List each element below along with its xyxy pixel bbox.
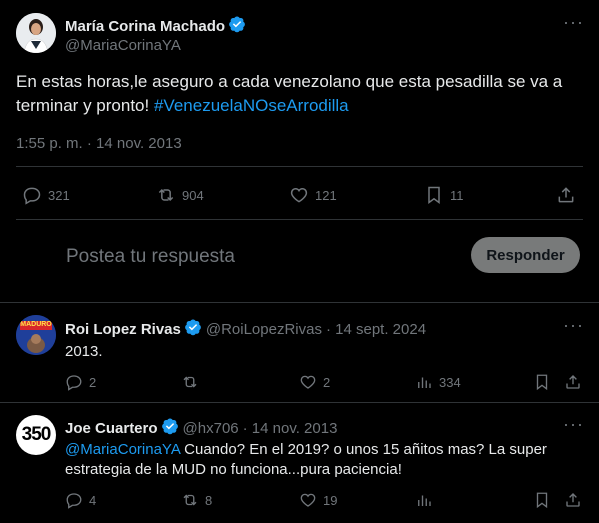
share-icon [566,375,580,389]
like-button[interactable]: 19 [299,491,337,509]
like-count: 19 [323,492,338,508]
like-button[interactable]: 121 [289,185,337,205]
author-handle[interactable]: @MariaCorinaYA [65,37,181,54]
reply-count: 4 [89,492,97,508]
reply-button[interactable]: 4 [65,491,96,509]
retweet-icon [158,188,174,202]
author-name[interactable]: Roi Lopez Rivas [65,321,181,338]
more-options-icon[interactable]: ··· [563,12,584,33]
author-handle[interactable]: @RoiLopezRivas [206,321,322,338]
heart-icon [300,375,316,389]
retweet-button[interactable] [181,373,205,391]
views-button[interactable] [415,491,439,509]
avatar-text: 350 [21,424,52,445]
avatar[interactable]: MADURO [16,315,56,355]
verified-badge-icon [228,15,246,37]
tweet-text: En estas horas,le aseguro a cada venezol… [16,70,576,118]
reply-date[interactable]: · 14 nov. 2013 [243,420,338,437]
reply-icon [23,187,41,205]
more-options-icon[interactable]: ··· [563,315,584,336]
author-name[interactable]: María Corina Machado [65,18,225,35]
retweet-icon [183,494,197,506]
more-options-icon[interactable]: ··· [563,414,584,435]
reply-submit-button[interactable]: Responder [471,237,580,273]
bookmark-count: 11 [450,187,464,203]
share-icon [566,493,580,507]
reply-date[interactable]: · 14 sept. 2024 [326,321,426,338]
reply-icon [66,493,82,509]
author-name[interactable]: Joe Cuartero [65,420,158,437]
reply-button[interactable]: 321 [22,185,70,205]
reply-count: 2 [89,374,97,390]
divider [0,402,599,403]
share-button[interactable] [556,185,576,205]
share-button[interactable] [564,373,582,391]
retweet-icon [183,376,197,388]
hashtag-link[interactable]: #VenezuelaNOseArrodilla [154,96,349,115]
analytics-icon [418,377,431,388]
retweet-button[interactable]: 8 [181,491,212,509]
views-button[interactable]: 334 [415,373,461,391]
reply-text: @MariaCorinaYA Cuando? En el 2019? o uno… [65,440,565,480]
mention-link[interactable]: @MariaCorinaYA [65,441,180,458]
share-button[interactable] [564,491,582,509]
bookmark-icon [428,186,440,204]
like-button[interactable]: 2 [299,373,330,391]
retweet-count: 8 [205,492,213,508]
reply-button[interactable]: 2 [65,373,96,391]
bookmark-button[interactable]: 11 [424,185,464,205]
like-count: 121 [315,187,337,203]
bookmark-icon [536,492,548,509]
avatar[interactable] [16,13,56,53]
reply-icon [66,375,82,391]
retweet-button[interactable]: 904 [156,185,204,205]
views-count: 334 [439,374,461,390]
divider [16,166,583,167]
divider [16,219,583,220]
share-icon [558,187,574,203]
bookmark-button[interactable] [533,491,551,509]
verified-badge-icon [161,417,179,439]
retweet-count: 904 [182,187,204,203]
author-handle[interactable]: @hx706 [183,420,239,437]
bookmark-icon [536,374,548,391]
heart-icon [300,493,316,507]
verified-badge-icon [184,318,202,340]
heart-icon [290,187,308,203]
divider [0,302,599,303]
analytics-icon [418,495,431,506]
reply-text: 2013. [65,343,103,360]
reply-input[interactable]: Postea tu respuesta [66,246,235,268]
tweet-timestamp[interactable]: 1:55 p. m. · 14 nov. 2013 [16,135,182,152]
reply-count: 321 [48,187,70,203]
avatar-text: MADURO [20,321,52,328]
bookmark-button[interactable] [533,373,551,391]
avatar[interactable]: 350 [16,415,56,455]
like-count: 2 [323,374,331,390]
